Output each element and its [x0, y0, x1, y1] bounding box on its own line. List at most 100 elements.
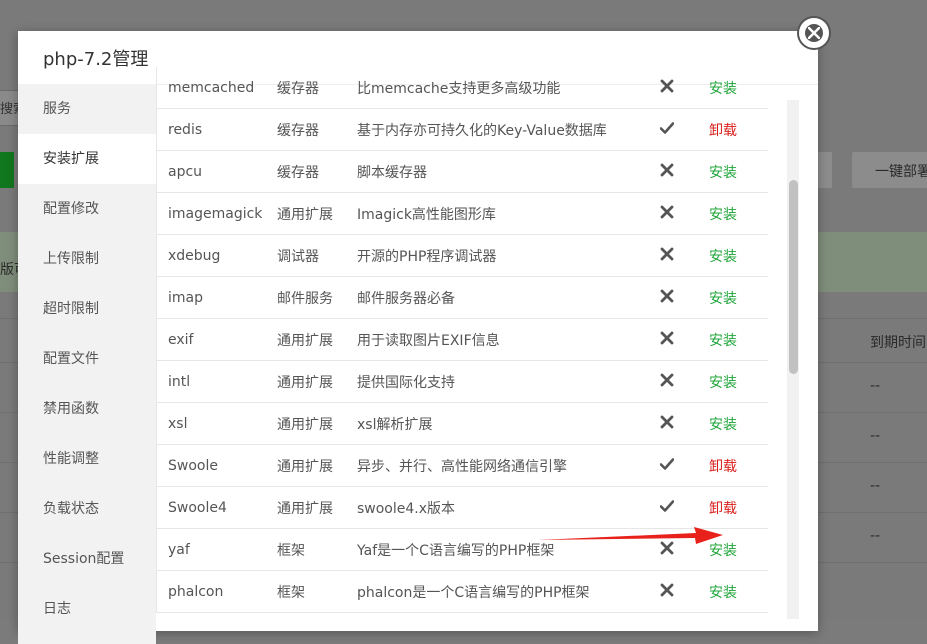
extension-type: 通用扩展 [277, 192, 357, 235]
extension-description: 脚本缓存器 [357, 150, 642, 193]
sidebar-item-timeout-limit[interactable]: 超时限制 [18, 284, 156, 334]
background-button [818, 152, 832, 188]
extension-type: 缓存器 [277, 108, 357, 151]
extension-action-cell: 安装 [692, 276, 768, 319]
background-green-button [0, 152, 14, 188]
install-link[interactable]: 安装 [709, 291, 737, 307]
table-row: redis 缓存器 基于内存亦可持久化的Key-Value数据库 卸载 [157, 108, 768, 151]
extension-status [642, 192, 692, 235]
extension-type: 缓存器 [277, 150, 357, 193]
extension-action-cell: 安装 [692, 570, 768, 613]
dialog-title: php-7.2管理 [43, 49, 149, 70]
extension-type: 缓存器 [277, 67, 357, 109]
dialog-sidebar: 服务 安装扩展 配置修改 上传限制 超时限制 配置文件 禁用函数 性能调整 负载… [18, 84, 156, 644]
extension-type: 框架 [277, 570, 357, 613]
install-link[interactable]: 安装 [709, 375, 737, 391]
close-button[interactable] [797, 16, 831, 50]
table-row: memcached 缓存器 比memcache支持更多高级功能 安装 [157, 67, 768, 109]
extension-name: apcu [157, 150, 277, 193]
table-row: imagemagick 通用扩展 Imagick高性能图形库 安装 [157, 192, 768, 235]
cross-icon [660, 373, 674, 386]
extension-action-cell: 安装 [692, 360, 768, 403]
extension-type: 通用扩展 [277, 444, 357, 487]
table-row: xdebug 调试器 开源的PHP程序调试器 安装 [157, 234, 768, 277]
table-row: apcu 缓存器 脚本缓存器 安装 [157, 150, 768, 193]
sidebar-item-service[interactable]: 服务 [18, 84, 156, 134]
table-row: imap 邮件服务 邮件服务器必备 安装 [157, 276, 768, 319]
extension-action-cell: 安装 [692, 150, 768, 193]
close-icon [808, 27, 820, 39]
check-icon [659, 457, 675, 470]
extension-status [642, 444, 692, 487]
extension-description: 基于内存亦可持久化的Key-Value数据库 [357, 108, 642, 151]
extension-description: 邮件服务器必备 [357, 276, 642, 319]
extensions-scrollbar[interactable] [787, 100, 799, 619]
extension-action-cell: 安装 [692, 402, 768, 445]
extension-description: 比memcache支持更多高级功能 [357, 67, 642, 109]
background-expire-value: -- [870, 528, 881, 544]
extension-status [642, 486, 692, 529]
table-row: Swoole 通用扩展 异步、并行、高性能网络通信引擎 卸载 [157, 444, 768, 487]
extension-description: xsl解析扩展 [357, 402, 642, 445]
check-icon [659, 499, 675, 512]
extension-description: swoole4.x版本 [357, 486, 642, 529]
extension-type: 邮件服务 [277, 276, 357, 319]
uninstall-link[interactable]: 卸载 [709, 123, 737, 139]
extension-description: Imagick高性能图形库 [357, 192, 642, 235]
extension-name: intl [157, 360, 277, 403]
extension-status [642, 318, 692, 361]
background-onekey-label: 一键部署 [875, 164, 927, 180]
scrollbar-thumb[interactable] [789, 180, 798, 374]
cross-icon [660, 583, 674, 596]
extension-status [642, 570, 692, 613]
install-link[interactable]: 安装 [709, 333, 737, 349]
extension-action-cell: 安装 [692, 234, 768, 277]
check-icon [659, 121, 675, 134]
sidebar-item-session-config[interactable]: Session配置 [18, 534, 156, 584]
cross-icon [660, 289, 674, 302]
extension-description: 开源的PHP程序调试器 [357, 234, 642, 277]
table-row: intl 通用扩展 提供国际化支持 安装 [157, 360, 768, 403]
cross-icon [660, 205, 674, 218]
install-link[interactable]: 安装 [709, 81, 737, 97]
extension-name: Swoole [157, 444, 277, 487]
extension-status [642, 108, 692, 151]
cross-icon [660, 331, 674, 344]
extension-action-cell: 卸载 [692, 486, 768, 529]
sidebar-item-performance[interactable]: 性能调整 [18, 434, 156, 484]
cross-icon [660, 247, 674, 260]
install-link[interactable]: 安装 [709, 585, 737, 601]
extension-type: 框架 [277, 528, 357, 571]
extension-action-cell: 安装 [692, 318, 768, 361]
sidebar-item-disabled-functions[interactable]: 禁用函数 [18, 384, 156, 434]
extension-status [642, 234, 692, 277]
extension-action-cell: 安装 [692, 67, 768, 109]
uninstall-link[interactable]: 卸载 [709, 459, 737, 475]
sidebar-item-logs[interactable]: 日志 [18, 584, 156, 634]
background-expire-value: -- [870, 428, 881, 444]
cross-icon [660, 163, 674, 176]
extension-action-cell: 安装 [692, 192, 768, 235]
background-expire-header: 到期时间 [870, 335, 926, 351]
cross-icon [660, 415, 674, 428]
sidebar-item-install-extensions[interactable]: 安装扩展 [18, 134, 156, 184]
sidebar-item-load-status[interactable]: 负载状态 [18, 484, 156, 534]
table-row: phalcon 框架 phalcon是一个C语言编写的PHP框架 安装 [157, 570, 768, 613]
extension-name: Swoole4 [157, 486, 277, 529]
extension-name: xdebug [157, 234, 277, 277]
extension-name: xsl [157, 402, 277, 445]
annotation-arrow-icon [538, 527, 723, 544]
install-link[interactable]: 安装 [709, 249, 737, 265]
sidebar-item-config-edit[interactable]: 配置修改 [18, 184, 156, 234]
table-row: exif 通用扩展 用于读取图片EXIF信息 安装 [157, 318, 768, 361]
sidebar-item-config-file[interactable]: 配置文件 [18, 334, 156, 384]
table-row: xsl 通用扩展 xsl解析扩展 安装 [157, 402, 768, 445]
extension-name: imap [157, 276, 277, 319]
background-expire-value: -- [870, 378, 881, 394]
install-link[interactable]: 安装 [709, 417, 737, 433]
install-link[interactable]: 安装 [709, 165, 737, 181]
sidebar-item-upload-limit[interactable]: 上传限制 [18, 234, 156, 284]
uninstall-link[interactable]: 卸载 [709, 501, 737, 517]
extension-type: 通用扩展 [277, 486, 357, 529]
install-link[interactable]: 安装 [709, 207, 737, 223]
